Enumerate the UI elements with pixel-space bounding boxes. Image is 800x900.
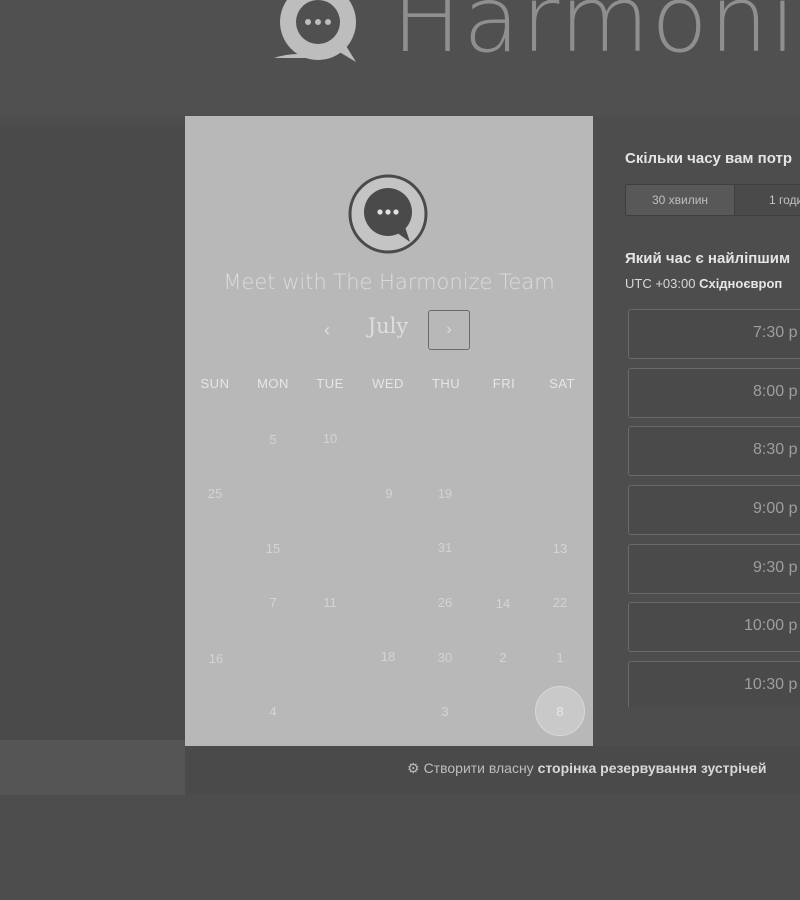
- time-slot-label: 8:30 р: [753, 441, 798, 458]
- left-backdrop: [0, 125, 185, 740]
- calendar-day[interactable]: 3: [420, 687, 470, 737]
- timezone-offset: UTC +03:00: [625, 276, 696, 291]
- calendar-day[interactable]: 13: [535, 524, 585, 574]
- footer-text-plain: Створити власну: [423, 760, 534, 776]
- calendar-day[interactable]: 18: [363, 632, 413, 682]
- time-slot-button[interactable]: 8:30 р: [628, 426, 800, 476]
- time-slot-button[interactable]: 8:00 р: [628, 368, 800, 418]
- weekday-thu: THU: [431, 376, 461, 391]
- calendar-day[interactable]: 2: [478, 633, 528, 683]
- weekday-header: SUN MON TUE WED THU FRI SAT: [185, 376, 593, 396]
- weekday-fri: FRI: [492, 376, 516, 391]
- time-slots-list[interactable]: 7:30 р 8:00 р 8:30 р 9:00 р 9:30 р 10:00…: [628, 309, 800, 707]
- duration-selector: 30 хвилин 1 годи: [625, 184, 800, 216]
- weekday-sun: SUN: [200, 376, 230, 391]
- calendar-panel: Meet with The Harmonize Team ‹ July › SU…: [185, 116, 593, 746]
- time-slot-label: 8:00 р: [753, 383, 798, 400]
- weekday-mon: MON: [257, 376, 289, 391]
- footer-bar: ⚙ Створити власну сторінка резервування з…: [185, 746, 800, 794]
- time-slot-button[interactable]: 9:30 р: [628, 544, 800, 594]
- weekday-tue: TUE: [316, 376, 344, 391]
- time-slot-label: 10:30 р: [744, 676, 798, 693]
- duration-option-30-min[interactable]: 30 хвилин: [626, 185, 735, 215]
- month-navigation: ‹ July ›: [185, 310, 593, 354]
- calendar-day[interactable]: 30: [420, 633, 470, 683]
- team-avatar-icon: [348, 174, 428, 254]
- timezone-name: Східноєвроп: [699, 276, 783, 291]
- calendar-day[interactable]: 1: [535, 633, 585, 683]
- left-backdrop-lower: [0, 740, 185, 795]
- time-slot-button[interactable]: 10:00 р: [628, 602, 800, 652]
- time-slot-button[interactable]: 10:30 р: [628, 661, 800, 707]
- next-month-button[interactable]: ›: [428, 310, 470, 350]
- time-slot-label: 10:00 р: [744, 617, 798, 634]
- calendar-day[interactable]: 25: [190, 469, 240, 519]
- month-label: July: [367, 314, 409, 338]
- calendar-day[interactable]: 16: [191, 634, 241, 684]
- calendar-day[interactable]: 14: [478, 579, 528, 629]
- brand-wordmark: Harmoni: [392, 0, 798, 73]
- duration-question: Скільки часу вам потр: [625, 150, 793, 167]
- meeting-title: Meet with The Harmonize Team: [223, 270, 555, 294]
- calendar-day[interactable]: 5: [248, 415, 298, 465]
- prev-month-button[interactable]: ‹: [311, 316, 343, 344]
- time-slot-button[interactable]: 9:00 р: [628, 485, 800, 535]
- calendar-day[interactable]: 15: [248, 524, 298, 574]
- calendar-day[interactable]: 19: [420, 469, 470, 519]
- calendar-day[interactable]: 9: [364, 469, 414, 519]
- time-slot-label: 7:30 р: [753, 324, 798, 341]
- weekday-wed: WED: [372, 376, 404, 391]
- time-slot-button[interactable]: 7:30 р: [628, 309, 800, 359]
- duration-option-1-hour[interactable]: 1 годи: [735, 185, 800, 215]
- calendar-day[interactable]: 7: [248, 578, 298, 628]
- time-slot-label: 9:30 р: [753, 559, 798, 576]
- chat-bubble-logo-icon: [274, 0, 356, 62]
- calendar-day[interactable]: 31: [420, 523, 470, 573]
- timezone-selector[interactable]: UTC +03:00 Східноєвроп: [625, 276, 782, 291]
- create-own-page-link[interactable]: ⚙ Створити власну сторінка резервування з…: [407, 760, 767, 777]
- hubspot-sprocket-icon: ⚙: [407, 760, 420, 776]
- calendar-day[interactable]: 22: [535, 578, 585, 628]
- time-question: Який час є найліпшим: [625, 250, 791, 267]
- time-selection-panel: Скільки часу вам потр 30 хвилин 1 годи Я…: [593, 116, 800, 746]
- calendar-day[interactable]: 4: [248, 687, 298, 737]
- time-slot-label: 9:00 р: [753, 500, 798, 517]
- calendar-day[interactable]: 10: [305, 414, 355, 464]
- footer-text-bold: сторінка резервування зустрічей: [537, 760, 767, 776]
- weekday-sat: SAT: [549, 376, 575, 391]
- calendar-day[interactable]: 11: [305, 578, 355, 628]
- calendar-day[interactable]: 26: [420, 578, 470, 628]
- calendar-day-selected[interactable]: 8: [535, 686, 585, 736]
- header: Harmoni: [0, 0, 800, 115]
